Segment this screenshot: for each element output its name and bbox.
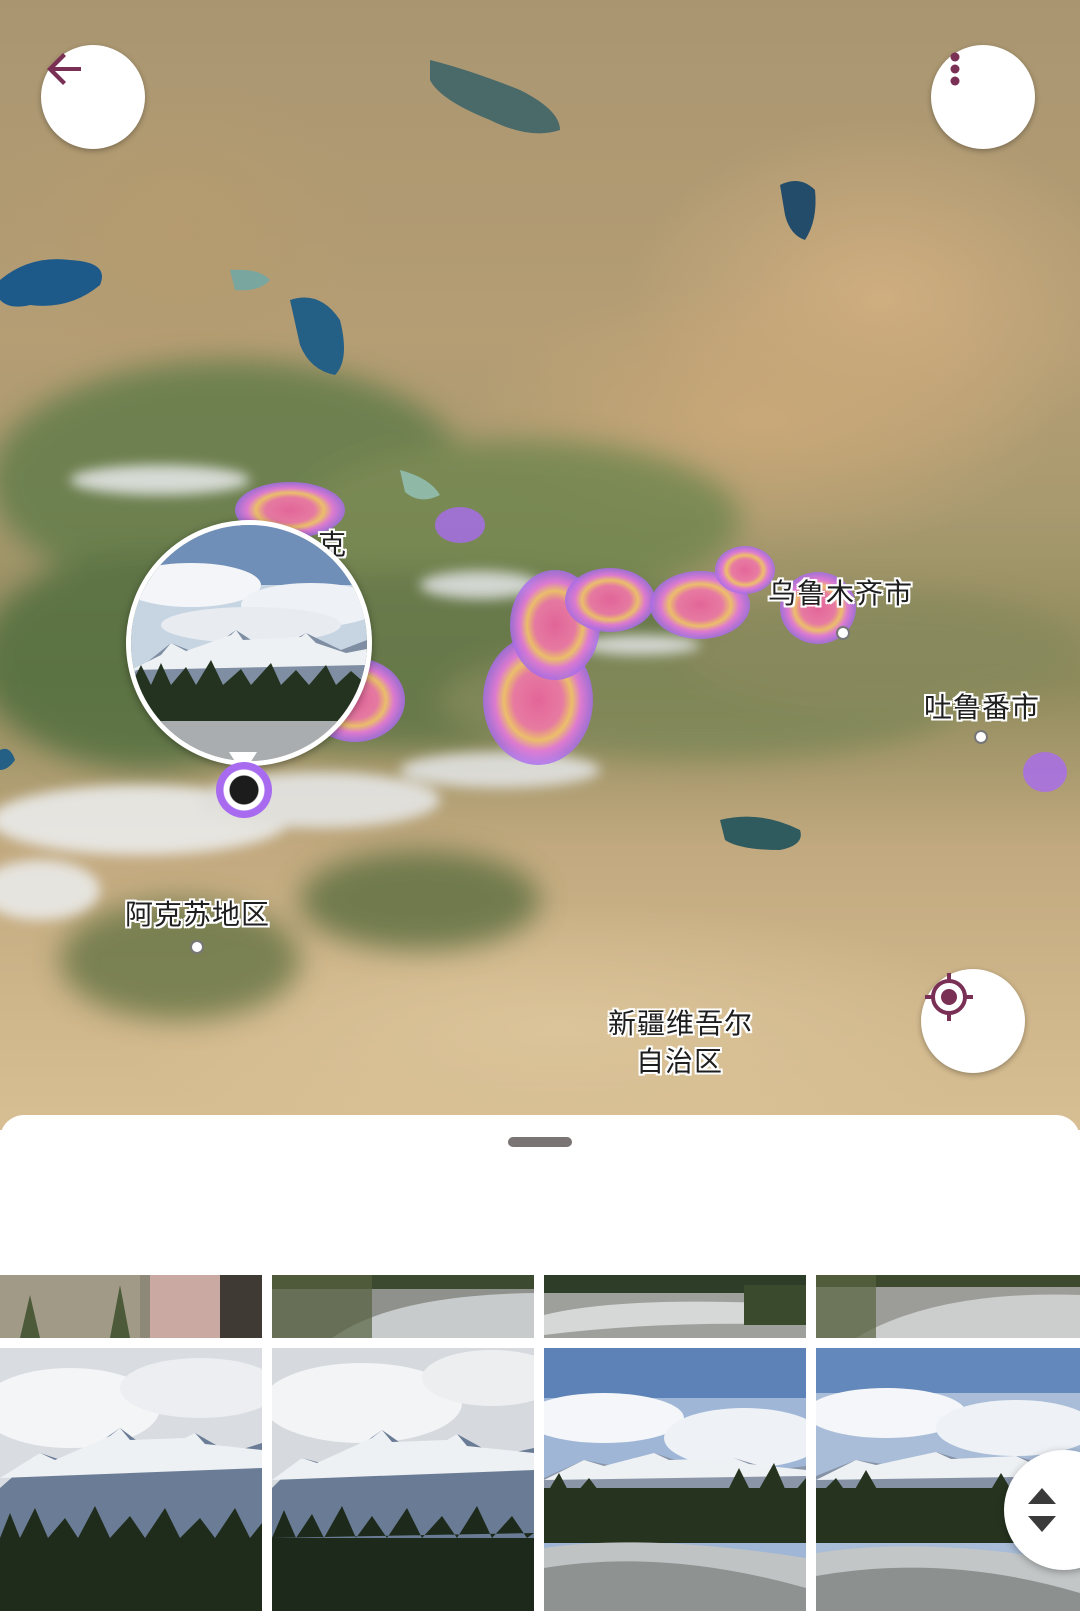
my-location-button[interactable] <box>921 969 1025 1073</box>
map-view[interactable]: 克 乌鲁木齐市 吐鲁番市 阿克苏地区 新疆维吾尔 自治区 <box>0 0 1080 1130</box>
place-label-urumqi[interactable]: 乌鲁木齐市 <box>768 572 913 612</box>
photo-thumbnail[interactable] <box>544 1275 806 1338</box>
photo-mountains-cloudy <box>272 1348 534 1611</box>
photo-bottom-sheet[interactable] <box>0 1115 1080 1611</box>
place-dot-turpan <box>974 730 988 744</box>
arrow-back-icon <box>47 53 81 85</box>
back-button[interactable] <box>41 45 145 149</box>
place-label-xinjiang-2[interactable]: 自治区 <box>636 1040 723 1080</box>
photo-river-forest <box>544 1275 806 1338</box>
photo-thumbnail[interactable] <box>0 1275 262 1338</box>
unfold-icon <box>1028 1488 1056 1532</box>
marker-photo-thumbnail <box>131 525 367 761</box>
place-label-xinjiang-1[interactable]: 新疆维吾尔 <box>608 1002 753 1042</box>
more-options-button[interactable] <box>931 45 1035 149</box>
photo-river-bed <box>272 1275 534 1338</box>
photo-thumbnail[interactable] <box>272 1275 534 1338</box>
photo-forest-slope <box>0 1275 262 1338</box>
drag-handle[interactable] <box>508 1137 572 1147</box>
place-label-aksu[interactable]: 阿克苏地区 <box>125 893 270 933</box>
my-location-icon <box>925 973 973 1021</box>
photo-thumbnail[interactable] <box>272 1348 534 1611</box>
photo-thumbnail[interactable] <box>544 1348 806 1611</box>
photo-river-bed <box>816 1275 1080 1338</box>
place-dot-aksu <box>190 940 204 954</box>
more-vert-icon <box>950 52 960 86</box>
photo-cluster-marker[interactable] <box>126 520 372 766</box>
photo-thumbnail[interactable] <box>0 1348 262 1611</box>
photo-mountains-cloudy <box>0 1348 262 1611</box>
location-pin-icon[interactable] <box>216 762 272 818</box>
place-label-turpan[interactable]: 吐鲁番市 <box>924 686 1040 726</box>
photo-thumbnail[interactable] <box>816 1275 1080 1338</box>
photo-mountains-river <box>544 1348 806 1611</box>
place-dot-urumqi <box>836 626 850 640</box>
